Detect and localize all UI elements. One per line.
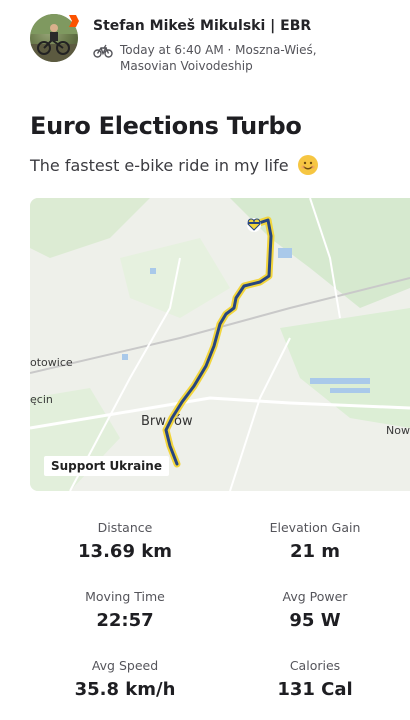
stat-distance: Distance 13.69 km xyxy=(25,520,225,562)
stat-avg-power: Avg Power 95 W xyxy=(215,589,410,631)
activity-description-text: The fastest e-bike ride in my life xyxy=(30,156,289,175)
stat-value: 131 Cal xyxy=(277,679,353,700)
stat-label: Elevation Gain xyxy=(269,520,361,535)
activity-title[interactable]: Euro Elections Turbo xyxy=(30,112,302,140)
map-label-otowice: otowice xyxy=(30,356,73,369)
stat-value: 21 m xyxy=(289,541,341,562)
activity-description: The fastest e-bike ride in my life xyxy=(30,155,318,175)
stat-label: Avg Speed xyxy=(91,658,159,673)
stat-value: 13.69 km xyxy=(78,541,172,562)
start-marker-icon xyxy=(247,218,261,232)
activity-time-location: Today at 6:40 AM · Moszna-Wieś, xyxy=(120,43,317,57)
stat-avg-speed: Avg Speed 35.8 km/h xyxy=(25,658,225,700)
stat-label: Avg Power xyxy=(282,589,348,604)
stat-calories: Calories 131 Cal xyxy=(215,658,410,700)
activity-header: Stefan Mikeš Mikulski | EBR Today at 6:4… xyxy=(30,14,400,78)
map-label-now: Now xyxy=(386,424,410,437)
stat-elevation-gain: Elevation Gain 21 m xyxy=(215,520,410,562)
stat-value: 35.8 km/h xyxy=(74,679,176,700)
subscriber-badge-icon xyxy=(69,15,79,27)
stat-value: 22:57 xyxy=(96,610,154,631)
athlete-name[interactable]: Stefan Mikeš Mikulski | EBR xyxy=(93,18,311,34)
stat-value: 95 W xyxy=(289,610,341,631)
stat-label: Calories xyxy=(289,658,341,673)
stat-label: Distance xyxy=(97,520,153,535)
map-label-cin: ęcin xyxy=(30,393,53,406)
stat-moving-time: Moving Time 22:57 xyxy=(25,589,225,631)
route-map[interactable]: otowice ęcin Brw ów Now Support Ukraine xyxy=(30,198,410,491)
map-canvas xyxy=(30,198,410,491)
map-label-brwinow-right: ów xyxy=(174,414,193,429)
map-label-brwinow-left: Brw xyxy=(141,414,166,429)
activity-region: Masovian Voivodeship xyxy=(120,59,253,73)
stat-label: Moving Time xyxy=(85,589,165,604)
smiling-face-icon xyxy=(297,155,318,175)
support-ukraine-label[interactable]: Support Ukraine xyxy=(44,456,169,476)
ebike-icon xyxy=(93,44,113,58)
